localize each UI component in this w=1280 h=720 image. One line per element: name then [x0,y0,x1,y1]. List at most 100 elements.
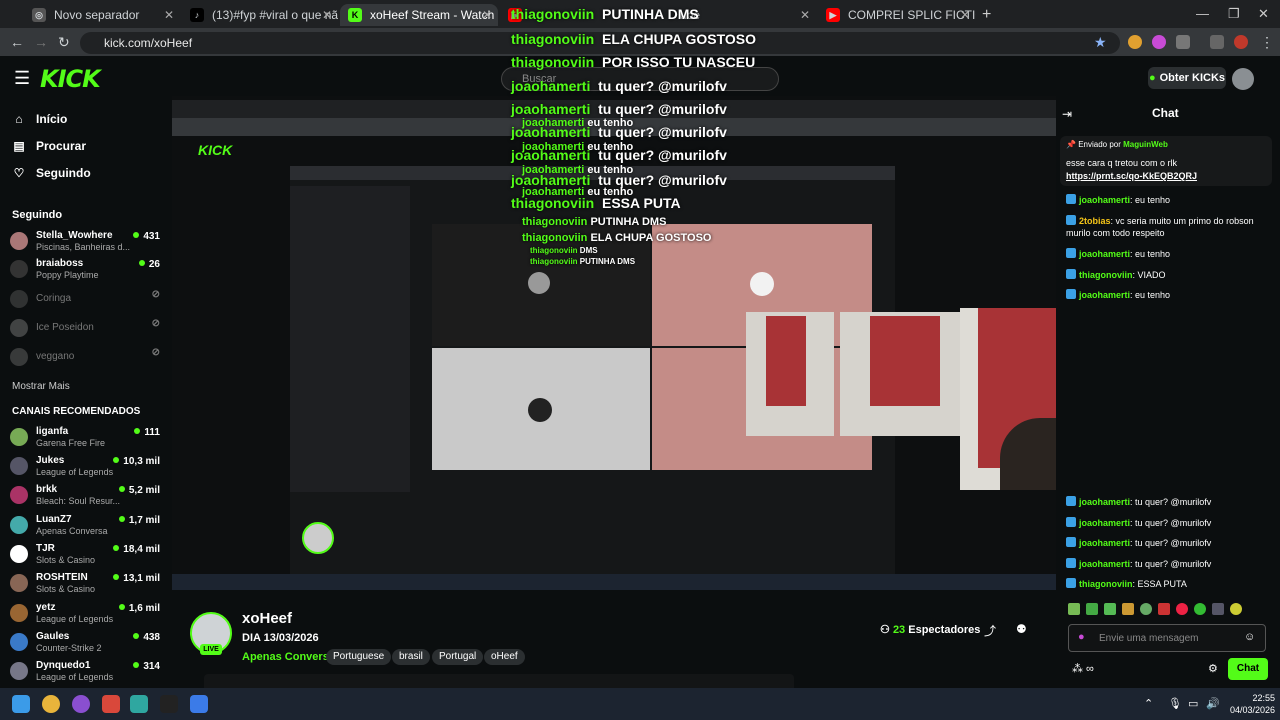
recommended-channel[interactable]: liganfa Garena Free Fire 111 [10,424,160,452]
emote-icon[interactable] [1176,603,1188,615]
nav-label: Procurar [36,139,87,153]
network-icon[interactable]: ▭ [1188,697,1198,710]
microphone-icon[interactable]: 🎙 [1168,697,1182,710]
call-avatar [750,272,774,296]
follow-icon[interactable]: ⚉ [1016,622,1027,636]
channel-name: Coringa [36,293,72,304]
emote-icon[interactable] [1104,603,1116,615]
tab-new[interactable]: ◎ Novo separador ✕ [24,4,180,26]
tab-kick[interactable]: K xoHeef Stream - Watch Live on ✕ [340,4,498,26]
send-chat-button[interactable]: Chat [1228,658,1268,680]
user-avatar[interactable] [1232,68,1254,90]
volume-icon[interactable]: 🔊 [1206,697,1220,710]
emote-icon[interactable] [1230,603,1242,615]
forward-icon[interactable]: → [34,34,48,50]
recommended-channel[interactable]: yetz League of Legends 1,6 mil [10,600,160,628]
pinned-link[interactable]: https://prnt.sc/qo-KkEQB2QRJ [1066,171,1197,181]
kick-logo[interactable]: KICK [40,65,101,93]
recommended-channel[interactable]: Gaules Counter-Strike 2 438 [10,629,160,657]
close-icon[interactable]: ✕ [960,8,970,22]
close-icon[interactable]: ✕ [800,8,810,22]
app-icon[interactable] [190,695,208,713]
extensions-puzzle-icon[interactable] [1176,35,1190,49]
recommended-channel[interactable]: ROSHTEIN Slots & Casino 13,1 mil [10,570,160,598]
clock[interactable]: 22:55 04/03/2026 [1230,692,1275,716]
emote-icon[interactable] [1194,603,1206,615]
close-icon[interactable]: ✕ [322,8,332,22]
emote-icon[interactable] [1122,603,1134,615]
shared-taskbar [172,574,1056,590]
nav-home[interactable]: ⌂ Início [12,112,67,126]
back-icon[interactable]: ← [10,34,24,50]
call-avatar [528,398,552,422]
recommended-channel[interactable]: LuanZ7 Apenas Conversa 1,7 mil [10,512,160,540]
window-close-icon[interactable]: ✕ [1258,6,1269,22]
stream-tag[interactable]: oHeef [484,649,525,665]
following-channel[interactable]: braiaboss Poppy Playtime 26 [10,256,160,284]
settings-gear-icon[interactable]: ⚙ [1208,662,1218,675]
recommended-channel[interactable]: Jukes League of Legends 10,3 mil [10,453,160,481]
recommended-channel[interactable]: Dynquedo1 League of Legends 314 [10,658,160,686]
live-badge: LIVE [200,644,222,655]
viewers-icon: ⚇ [880,624,890,636]
close-icon[interactable]: ✕ [482,8,492,22]
recommended-channel[interactable]: TJR Slots & Casino 18,4 mil [10,541,160,569]
stream-tag[interactable]: brasil [392,649,430,665]
nav-browse[interactable]: ▤ Procurar [12,139,86,153]
windows-start-icon[interactable] [12,695,30,713]
nav-following[interactable]: ♡ Seguindo [12,166,91,180]
emote-icon[interactable] [1212,603,1224,615]
extension-icon[interactable] [1128,35,1142,49]
shared-sidebar [178,166,286,586]
get-kicks-button[interactable]: ● Obter KICKs [1148,67,1226,89]
chat-message: thiagonoviin: VIADO [1066,269,1166,280]
collapse-chat-icon[interactable]: ⇥ [1062,107,1072,121]
minimize-icon[interactable]: — [1196,6,1209,21]
emote-icon[interactable] [1140,603,1152,615]
reload-icon[interactable]: ↻ [58,34,70,51]
app-icon[interactable] [102,695,120,713]
globe-icon: ◎ [32,8,46,22]
hamburger-menu-icon[interactable]: ☰ [14,68,30,89]
new-tab-icon[interactable]: + [982,6,991,24]
tab-youtube-2[interactable]: ▶ COMPREI SPLIC FICTION PRA J ✕ [818,4,976,26]
mic-icon[interactable]: ● [1078,631,1085,643]
tab-title: COMPREI SPLIC FICTION PRA J [848,8,976,22]
profile-icon[interactable] [1234,35,1248,49]
following-channel[interactable]: Coringa ⊘ [10,286,160,314]
bookmark-star-icon[interactable]: ★ [1094,34,1107,51]
menu-dots-icon[interactable]: ⋮ [1260,34,1274,51]
viewer-count: 10,3 mil [113,456,160,467]
chat-input-placeholder: Envie uma mensagem [1099,633,1199,644]
emote-icon[interactable] [1158,603,1170,615]
share-icon[interactable]: ⤴ [984,622,996,639]
emoji-icon[interactable]: ☺ [1244,631,1255,643]
stream-tag[interactable]: Portugal [432,649,484,665]
maximize-icon[interactable]: ❐ [1228,6,1240,22]
following-channel[interactable]: Stella_Wowhere Piscinas, Banheiras d... … [10,228,160,256]
recommended-channel[interactable]: brkk Bleach: Soul Resur... 5,2 mil [10,482,160,510]
stream-category[interactable]: Apenas Conversa [242,651,335,663]
extension-icon[interactable] [1152,35,1166,49]
app-icon[interactable] [130,695,148,713]
tab-tiktok[interactable]: ♪ (13)#fyp #viral o que não pode ✕ [182,4,338,26]
stream-tag[interactable]: Portuguese [326,649,392,665]
app-icon[interactable] [72,695,90,713]
show-more-link[interactable]: Mostrar Mais [12,381,70,392]
close-icon[interactable]: ✕ [164,8,174,22]
tiktok-icon[interactable] [160,695,178,713]
chrome-icon[interactable] [42,695,60,713]
following-channel[interactable]: veggano ⊘ [10,344,160,372]
pinned-message[interactable]: 📌 Enviado por MaguinWeb esse cara q tret… [1060,136,1272,186]
tray-chevron-icon[interactable]: ⌃ [1144,697,1153,710]
offline-icon: ⊘ [151,289,160,300]
following-channel[interactable]: Ice Poseidon ⊘ [10,315,160,343]
media-icon[interactable] [1210,35,1224,49]
emote-icon[interactable] [1068,603,1080,615]
streamer-name[interactable]: xoHeef [242,610,292,627]
recommended-title: CANAIS RECOMENDADOS [12,406,141,417]
chat-message-input[interactable]: Envie uma mensagem [1068,624,1266,652]
emote-icon[interactable] [1086,603,1098,615]
kicks-icon[interactable]: ⁂ ∞ [1072,662,1094,675]
viewer-count: 13,1 mil [113,573,160,584]
